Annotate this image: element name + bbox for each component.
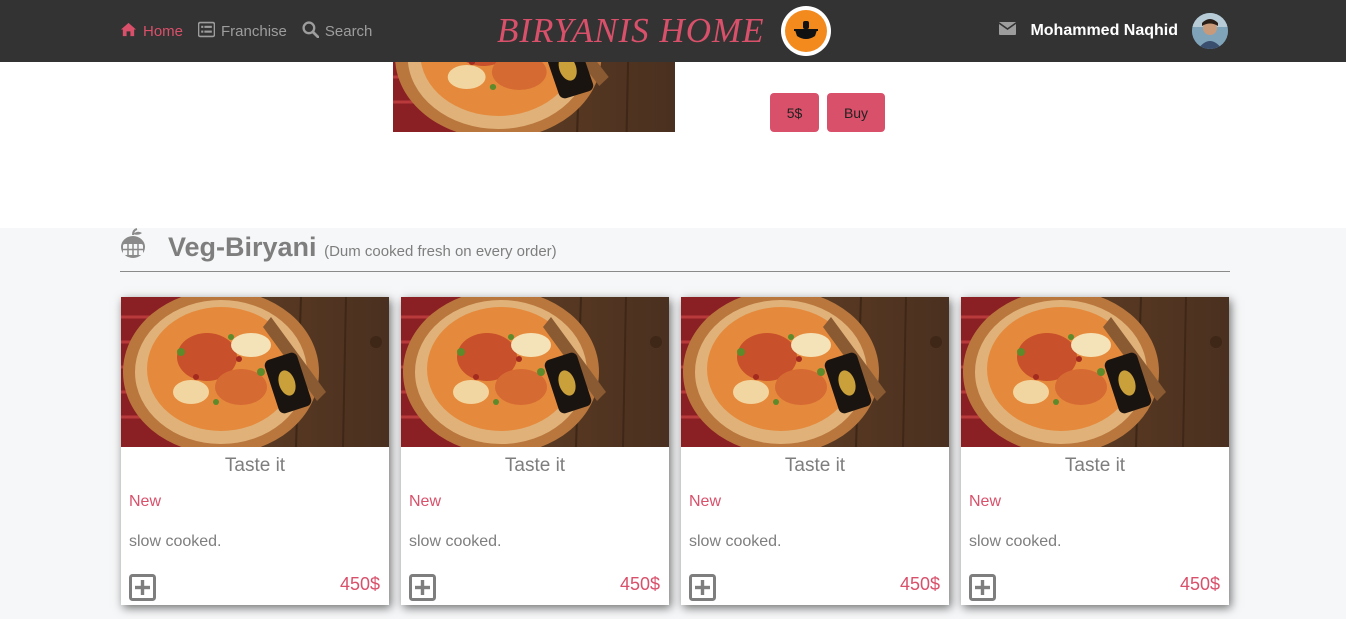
product-price: 450$ <box>339 574 380 594</box>
product-tag: New <box>409 493 442 510</box>
search-icon <box>302 20 320 42</box>
product-image <box>961 297 1229 447</box>
featured-biryani-image <box>393 62 675 132</box>
add-to-cart-plus-icon[interactable] <box>409 574 436 601</box>
nav-search-link[interactable]: Search <box>302 20 373 42</box>
product-description: slow cooked. <box>689 533 782 550</box>
list-icon <box>197 21 216 42</box>
product-tag: New <box>969 493 1002 510</box>
nav-search-label: Search <box>324 22 373 40</box>
product-title: Taste it <box>224 455 286 476</box>
product-tag: New <box>689 493 722 510</box>
product-description: slow cooked. <box>129 533 222 550</box>
section-title: Veg-Biryani (Dum cooked fresh on every o… <box>168 232 557 263</box>
product-card[interactable]: Taste it New slow cooked. 450$ <box>681 297 949 605</box>
user-name[interactable]: Mohammed Naqhid <box>1030 22 1178 40</box>
product-description: slow cooked. <box>969 533 1062 550</box>
product-title: Taste it <box>1064 455 1126 476</box>
nav-user-area: Mohammed Naqhid <box>998 0 1228 62</box>
product-price: 450$ <box>1179 574 1220 594</box>
product-image <box>681 297 949 447</box>
brand[interactable]: BIRYANIS HOME <box>497 6 831 56</box>
nav-home-label: Home <box>143 22 184 40</box>
product-description: slow cooked. <box>409 533 502 550</box>
brand-title: BIRYANIS HOME <box>497 11 765 50</box>
product-price: 450$ <box>899 574 940 594</box>
product-title: Taste it <box>784 455 846 476</box>
product-card[interactable]: Taste it New slow cooked. 450$ <box>401 297 669 605</box>
brand-logo-icon <box>780 6 831 56</box>
product-image <box>401 297 669 447</box>
featured-section: 5$ Buy <box>0 62 1346 228</box>
add-to-cart-plus-icon[interactable] <box>969 574 996 601</box>
apple-basket-icon <box>120 228 146 260</box>
section-title-text: Veg-Biryani <box>168 232 317 262</box>
mail-icon[interactable] <box>998 22 1017 40</box>
product-price: 450$ <box>619 574 660 594</box>
add-to-cart-plus-icon[interactable] <box>689 574 716 601</box>
section-header: Veg-Biryani (Dum cooked fresh on every o… <box>120 228 1230 272</box>
product-card[interactable]: Taste it New slow cooked. 450$ <box>961 297 1229 605</box>
nav-links: Home Franchise Search <box>120 0 372 62</box>
avatar[interactable] <box>1192 13 1228 49</box>
add-to-cart-plus-icon[interactable] <box>129 574 156 601</box>
home-icon <box>120 21 137 42</box>
product-image <box>121 297 389 447</box>
featured-price-button[interactable]: 5$ <box>770 93 819 132</box>
buy-button[interactable]: Buy <box>827 93 885 132</box>
nav-home-link[interactable]: Home <box>120 21 183 42</box>
navbar: Home Franchise Search BIRYANIS HOME Moha… <box>0 0 1346 62</box>
nav-franchise-link[interactable]: Franchise <box>197 21 287 42</box>
product-card[interactable]: Taste it New slow cooked. 450$ <box>121 297 389 605</box>
product-title: Taste it <box>504 455 566 476</box>
nav-franchise-label: Franchise <box>221 22 287 40</box>
section-subtitle: (Dum cooked fresh on every order) <box>324 243 557 260</box>
product-tag: New <box>129 493 162 510</box>
